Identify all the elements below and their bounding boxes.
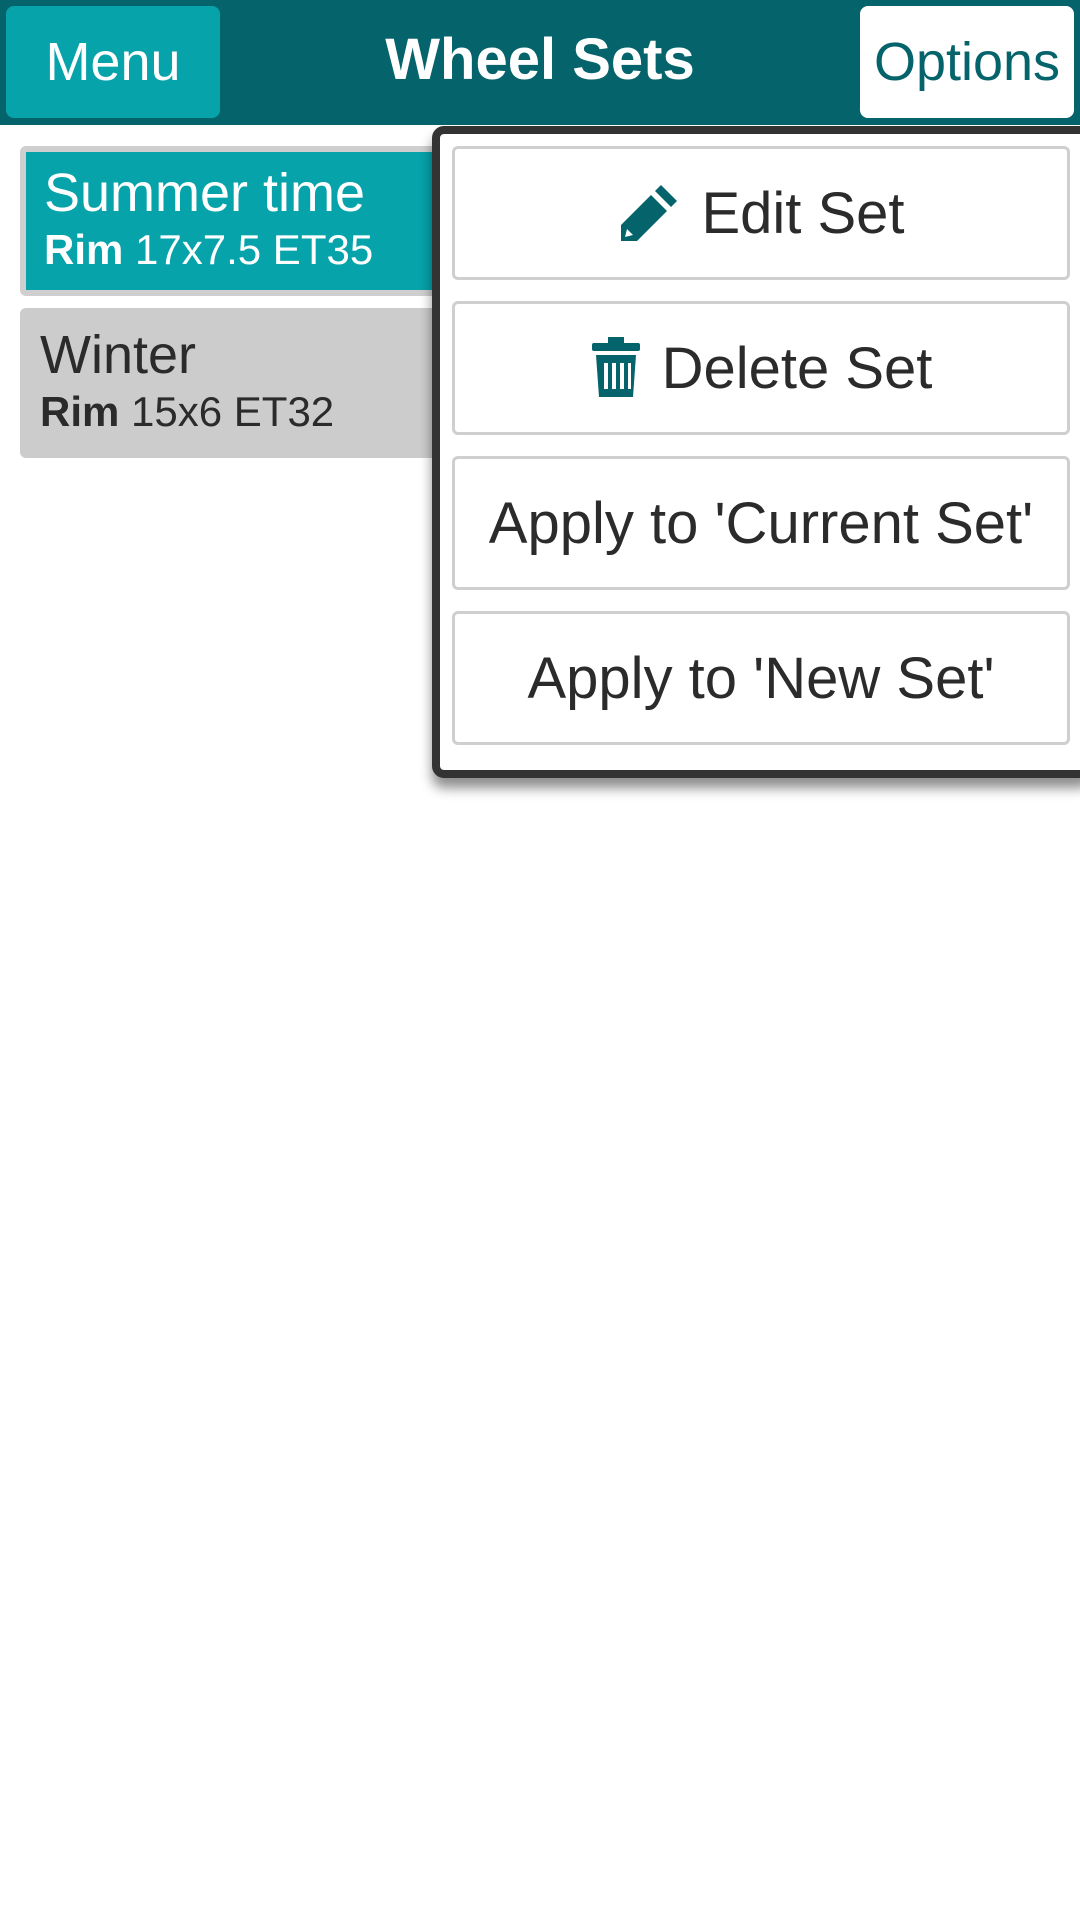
wheel-set-rim: Rim 15x6 ET32 — [40, 386, 450, 438]
wheel-set-rim: Rim 17x7.5 ET35 — [44, 224, 444, 276]
options-popup-menu: Edit Set Delete Set Apply to 'Current Se… — [432, 126, 1080, 778]
delete-set-button[interactable]: Delete Set — [452, 301, 1070, 435]
menu-button[interactable]: Menu — [6, 6, 220, 118]
delete-set-label: Delete Set — [661, 335, 933, 401]
apply-new-set-button[interactable]: Apply to 'New Set' — [452, 611, 1070, 745]
wheel-set-item-summer[interactable]: Summer time Rim 17x7.5 ET35 — [20, 146, 450, 296]
edit-set-label: Edit Set — [701, 180, 905, 246]
wheel-set-name: Summer time — [44, 163, 366, 223]
rim-label: Rim — [40, 388, 120, 435]
page-title: Wheel Sets — [385, 26, 695, 92]
edit-set-button[interactable]: Edit Set — [452, 146, 1070, 280]
apply-current-set-button[interactable]: Apply to 'Current Set' — [452, 456, 1070, 590]
top-bar: Menu Wheel Sets Options — [0, 0, 1080, 125]
pencil-icon — [617, 181, 681, 245]
wheel-set-item-winter[interactable]: Winter Rim 15x6 ET32 — [20, 308, 450, 458]
trash-icon — [590, 337, 642, 399]
rim-value: 17x7.5 ET35 — [135, 226, 374, 273]
rim-label: Rim — [44, 226, 124, 273]
wheel-set-name: Winter — [40, 325, 197, 385]
rim-value: 15x6 ET32 — [131, 388, 335, 435]
options-button[interactable]: Options — [860, 6, 1074, 118]
